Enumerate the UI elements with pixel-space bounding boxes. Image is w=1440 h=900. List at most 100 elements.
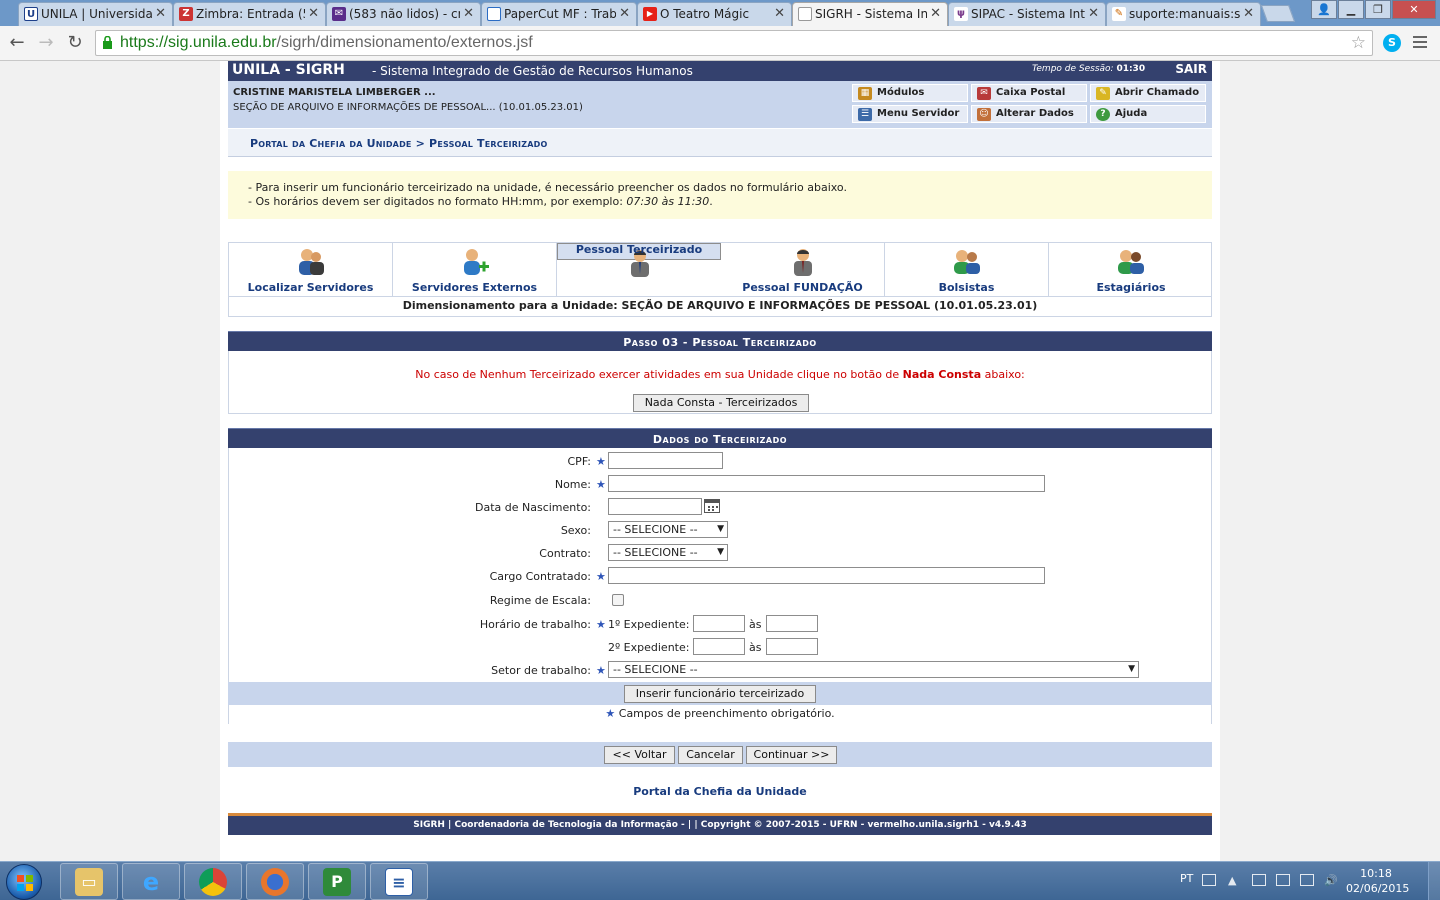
close-tab-icon[interactable]: ✕: [155, 3, 166, 25]
browser-tab-sipac[interactable]: ψ SIPAC - Sistema Int ✕: [948, 2, 1106, 26]
sexo-select[interactable]: -- SELECIONE -- ▼: [608, 521, 728, 538]
tab-title: Zimbra: Entrada (5): [196, 7, 305, 21]
browser-menu-icon[interactable]: [1413, 36, 1427, 51]
logout-link[interactable]: SAIR: [1175, 62, 1207, 76]
volume-icon[interactable]: 🔊: [1324, 874, 1338, 887]
back-arrow-icon[interactable]: ←: [6, 32, 28, 54]
tab-bolsistas[interactable]: Bolsistas: [885, 243, 1049, 296]
shortcut-label: Módulos: [877, 87, 925, 98]
action-center-icon[interactable]: [1252, 874, 1266, 886]
breadcrumb-text[interactable]: Portal da Chefia da Unidade > Pessoal Te…: [250, 137, 547, 150]
calendar-icon[interactable]: [704, 499, 720, 513]
bookmark-star-icon[interactable]: ☆: [1351, 31, 1366, 55]
taskbar-project[interactable]: P: [308, 863, 366, 900]
close-tab-icon[interactable]: ✕: [463, 3, 474, 25]
skype-extension-icon[interactable]: S: [1383, 34, 1401, 52]
browser-tab-papercut[interactable]: PaperCut MF : Trab ✕: [481, 2, 637, 26]
dropdown-arrow-icon: ▼: [1128, 664, 1135, 674]
exp2-end-input[interactable]: [766, 638, 818, 655]
mailbox-shortcut[interactable]: ✉ Caixa Postal: [971, 84, 1087, 102]
exp1-start-input[interactable]: [693, 615, 745, 632]
show-desktop-button[interactable]: [1428, 862, 1440, 900]
clock[interactable]: 10:18 02/06/2015: [1346, 866, 1409, 896]
tab-title: (583 não lidos) - cr: [349, 7, 460, 21]
network-icon[interactable]: [1300, 874, 1314, 886]
insert-outsourced-button[interactable]: Inserir funcionário terceirizado: [624, 685, 816, 703]
exp1-end-input[interactable]: [766, 615, 818, 632]
required-star-icon: ★: [596, 570, 606, 583]
taskbar-chrome[interactable]: [184, 863, 242, 900]
form-header: Dados do Terceirizado: [228, 428, 1212, 448]
edit-data-shortcut[interactable]: ☺ Alterar Dados: [971, 105, 1087, 123]
nada-consta-button[interactable]: Nada Consta - Terceirizados: [633, 394, 809, 412]
taskbar-explorer[interactable]: ▭: [60, 863, 118, 900]
cancel-button[interactable]: Cancelar: [678, 746, 743, 764]
birthdate-input[interactable]: [608, 498, 702, 515]
warning-suffix: abaixo:: [981, 368, 1025, 381]
cpf-input[interactable]: [608, 452, 723, 469]
portal-chefia-link[interactable]: Portal da Chefia da Unidade: [228, 785, 1212, 798]
close-tab-icon[interactable]: ✕: [930, 3, 941, 25]
url-host: https://sig.unila.edu.br: [120, 34, 277, 51]
tab-estagiarios[interactable]: Estagiários: [1049, 243, 1213, 296]
sexo-label: Sexo:: [560, 524, 591, 537]
flag-icon[interactable]: [1276, 874, 1290, 886]
close-tab-icon[interactable]: ✕: [774, 3, 785, 25]
address-bar[interactable]: https://sig.unila.edu.br/sigrh/dimension…: [95, 30, 1373, 56]
page-footer: SIGRH | Coordenadoria de Tecnologia da I…: [228, 813, 1212, 835]
close-tab-icon[interactable]: ✕: [1088, 3, 1099, 25]
contrato-label: Contrato:: [539, 547, 591, 560]
tab-pessoal-fundacao[interactable]: Pessoal FUNDAÇÃO: [721, 243, 885, 296]
info-time-example: 07:30 às 11:30: [626, 195, 710, 208]
browser-tab-mail[interactable]: ✉ (583 não lidos) - cr ✕: [326, 2, 481, 26]
info-line-2-prefix: - Os horários devem ser digitados no for…: [248, 195, 627, 208]
users-search-icon: [299, 249, 324, 275]
taskbar-internet-explorer[interactable]: e: [122, 863, 180, 900]
tab-localizar-servidores[interactable]: Localizar Servidores: [229, 243, 393, 296]
browser-tab-youtube[interactable]: ▶ O Teatro Mágic ✕: [637, 2, 792, 26]
reload-icon[interactable]: ↻: [64, 32, 86, 54]
cargo-input[interactable]: [608, 567, 1045, 584]
tab-servidores-externos[interactable]: Servidores Externos: [393, 243, 557, 296]
language-indicator[interactable]: PT: [1180, 872, 1193, 885]
user-profile-icon[interactable]: 👤: [1311, 0, 1337, 19]
browser-toolbar: ← → ↻ https://sig.unila.edu.br/sigrh/dim…: [0, 26, 1440, 61]
browser-tab-zimbra[interactable]: Z Zimbra: Entrada (5) ✕: [173, 2, 326, 26]
open-ticket-shortcut[interactable]: ✎ Abrir Chamado: [1090, 84, 1206, 102]
minimize-icon[interactable]: ▁: [1338, 0, 1364, 19]
restore-icon[interactable]: ❐: [1365, 0, 1391, 19]
contrato-select[interactable]: -- SELECIONE -- ▼: [608, 544, 728, 561]
modules-box-icon: ▦: [858, 87, 872, 100]
browser-tab-suporte[interactable]: ✎ suporte:manuais:si ✕: [1106, 2, 1261, 26]
page-container: UNILA - SIGRH - Sistema Integrado de Ges…: [220, 61, 1220, 861]
start-button[interactable]: [6, 864, 42, 900]
continue-button[interactable]: Continuar >>: [746, 746, 837, 764]
close-tab-icon[interactable]: ✕: [1243, 3, 1254, 25]
close-tab-icon[interactable]: ✕: [619, 3, 630, 25]
keyboard-icon[interactable]: [1202, 874, 1216, 886]
modules-shortcut[interactable]: ▦ Módulos: [852, 84, 968, 102]
session-label: Tempo de Sessão:: [1032, 64, 1114, 74]
server-menu-shortcut[interactable]: ☰ Menu Servidor: [852, 105, 968, 123]
info-line-2: - Os horários devem ser digitados no for…: [248, 195, 1192, 209]
forward-arrow-icon[interactable]: →: [35, 32, 57, 54]
nome-input[interactable]: [608, 475, 1045, 492]
escala-checkbox[interactable]: [612, 594, 624, 606]
taskbar-firefox[interactable]: [246, 863, 304, 900]
exp2-start-input[interactable]: [693, 638, 745, 655]
close-window-icon[interactable]: ✕: [1392, 0, 1436, 19]
back-button[interactable]: << Voltar: [604, 746, 675, 764]
tab-title: PaperCut MF : Trab: [504, 7, 616, 21]
horario-label: Horário de trabalho:: [479, 618, 591, 631]
help-shortcut[interactable]: ? Ajuda: [1090, 105, 1206, 123]
setor-select[interactable]: -- SELECIONE -- ▼: [608, 661, 1139, 678]
browser-tab-sigrh[interactable]: SIGRH - Sistema In ✕: [792, 2, 948, 27]
tray-expand-icon[interactable]: ▲: [1228, 874, 1242, 887]
required-legend: ★ Campos de preenchimento obrigatório.: [228, 707, 1212, 720]
close-tab-icon[interactable]: ✕: [308, 3, 319, 25]
session-time: 01:30: [1116, 64, 1146, 74]
browser-tab-unila[interactable]: U UNILA | Universidade ✕: [18, 2, 173, 26]
new-tab-button[interactable]: [1260, 5, 1296, 22]
taskbar-editor[interactable]: ≡: [370, 863, 428, 900]
tab-pessoal-terceirizado[interactable]: Pessoal Terceirizado: [557, 243, 721, 277]
